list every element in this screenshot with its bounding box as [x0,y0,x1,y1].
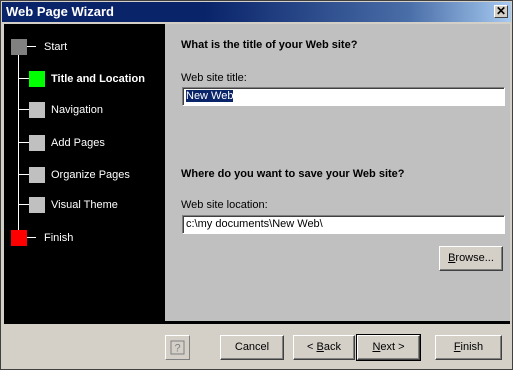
back-button[interactable]: < Back [293,335,355,360]
step-organize-pages: Organize Pages [4,167,165,183]
cancel-button[interactable]: Cancel [220,335,284,360]
browse-button[interactable]: Browse... [439,246,503,271]
step-label: Organize Pages [51,169,130,181]
finish-button[interactable]: Finish [435,335,502,360]
title-question: What is the title of your Web site? [181,39,358,51]
step-label: Visual Theme [51,199,118,211]
title-field-label: Web site title: [181,72,247,84]
step-organize-pages-marker [29,167,45,183]
next-label-post: ext > [380,341,405,353]
step-connector [19,78,29,79]
step-title-marker [29,71,45,87]
step-finish-marker [11,230,27,246]
step-connector [19,109,29,110]
step-navigation-marker [29,102,45,118]
back-accel: B [316,341,324,353]
step-finish: Finish [4,230,165,246]
step-navigation: Navigation [4,102,165,118]
title-input-text: New Web [186,90,234,102]
step-connector [27,46,36,47]
web-site-title-input[interactable]: New Web [182,87,505,106]
location-field-label: Web site location: [181,199,268,211]
step-add-pages: Add Pages [4,135,165,151]
step-label: Add Pages [51,137,105,149]
close-button[interactable]: ✕ [494,5,508,18]
footer-divider [4,321,510,324]
step-start: Start [4,39,165,55]
back-label-post: ack [323,341,341,353]
step-label: Finish [44,232,74,244]
location-input-text: c:\my documents\New Web\ [186,218,323,230]
cancel-label: Cancel [234,341,270,353]
next-button[interactable]: Next > [356,334,421,361]
wizard-window: Web Page Wizard ✕ Start Title and Locati… [0,0,513,370]
web-site-location-input[interactable]: c:\my documents\New Web\ [182,215,505,234]
svg-text:?: ? [174,343,180,355]
step-add-pages-marker [29,135,45,151]
window-title: Web Page Wizard [6,4,114,19]
step-label: Title and Location [51,73,145,85]
wizard-steps-panel: Start Title and Location Navigation Add … [4,24,165,321]
step-title-and-location: Title and Location [4,71,165,87]
step-start-marker [11,39,27,55]
step-label: Start [44,41,68,53]
back-label-pre: < [307,341,317,353]
location-question: Where do you want to save your Web site? [181,168,405,180]
title-bar[interactable]: Web Page Wizard ✕ [2,2,511,22]
step-visual-theme-marker [29,197,45,213]
help-icon: ? [170,340,185,355]
step-connector [19,142,29,143]
finish-label-post: inish [460,341,484,353]
step-connector [27,237,36,238]
close-icon: ✕ [495,4,507,18]
help-button[interactable]: ? [165,335,190,360]
step-connector [19,174,29,175]
step-label: Navigation [51,104,103,116]
finish-accel: F [453,341,461,353]
step-connector [19,204,29,205]
wizard-content: What is the title of your Web site? Web … [165,24,510,321]
step-visual-theme: Visual Theme [4,197,165,213]
browse-label-post: rowse... [455,252,494,264]
